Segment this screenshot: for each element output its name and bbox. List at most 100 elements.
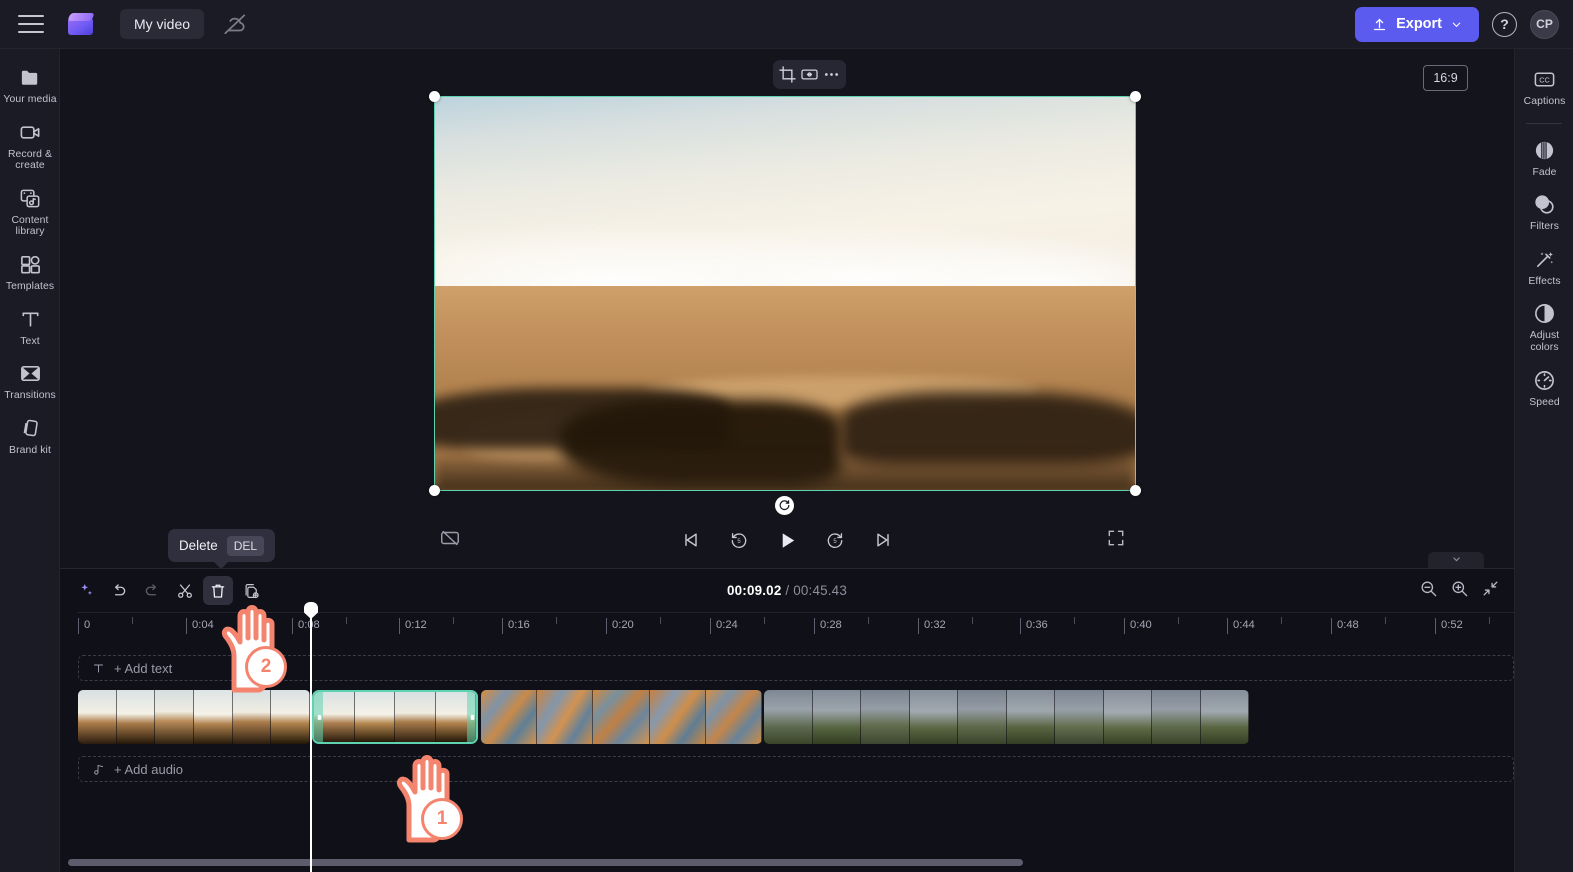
rewind-5-icon[interactable]: 5 — [726, 527, 752, 553]
left-sidebar: Your media Record & create Content libra… — [0, 49, 60, 872]
resize-handle-top-right[interactable] — [1130, 91, 1141, 102]
sidebar-item-label: Captions — [1523, 96, 1566, 107]
ruler-tick: 0:24 — [710, 618, 738, 634]
ruler-tick: 0 — [78, 618, 90, 634]
music-note-icon — [94, 764, 104, 775]
playback-controls: 5 5 — [60, 519, 1514, 561]
timeline-time-display: 00:09.02 / 00:45.43 — [60, 583, 1514, 598]
sidebar-item-brand-kit[interactable]: Brand kit — [0, 408, 60, 463]
time-separator: / — [785, 583, 790, 598]
more-options-icon[interactable] — [822, 65, 841, 84]
clip-desert-1[interactable] — [78, 690, 310, 744]
transitions-icon — [18, 361, 43, 386]
timeline-collapse-button[interactable] — [1428, 552, 1484, 568]
project-title-input[interactable]: My video — [120, 9, 205, 39]
sidebar-item-label: Fade — [1532, 166, 1557, 178]
clip-mountain[interactable] — [764, 690, 1249, 744]
playhead[interactable] — [310, 608, 312, 872]
resize-handle-top-left[interactable] — [429, 91, 440, 102]
clip-desert-2[interactable] — [312, 690, 478, 744]
ruler-tick: 0:28 — [814, 618, 842, 634]
sidebar-item-fade[interactable]: Fade — [1515, 130, 1573, 185]
tooltip-shortcut: DEL — [226, 535, 265, 556]
preview-stage: 16:9 5 5 — [60, 49, 1514, 564]
add-text-label: + Add text — [114, 660, 173, 676]
svg-text:5: 5 — [833, 539, 837, 545]
clip-float-toolbar — [773, 60, 846, 89]
zoom-in-icon[interactable] — [1450, 579, 1469, 603]
add-audio-track[interactable]: + Add audio — [78, 756, 1514, 782]
skip-to-end-icon[interactable] — [870, 527, 896, 553]
sidebar-item-adjust-colors[interactable]: Adjust colors — [1515, 293, 1573, 359]
sidebar-item-filters[interactable]: Filters — [1515, 184, 1573, 239]
video-preview[interactable] — [429, 91, 1141, 496]
timeline-ruler[interactable]: 0 0:04 0:08 0:12 0:16 0:20 0:24 0:28 0:3… — [78, 612, 1514, 642]
clip-aerial[interactable] — [481, 690, 762, 744]
tooltip-label: Delete — [179, 538, 218, 553]
resize-handle-bottom-left[interactable] — [429, 485, 440, 496]
aspect-ratio-button[interactable]: 16:9 — [1423, 65, 1468, 91]
timeline-scrollbar-thumb[interactable] — [68, 859, 1023, 866]
sidebar-item-label: Filters — [1530, 221, 1559, 233]
adjust-colors-icon — [1532, 301, 1557, 326]
text-t-icon — [18, 307, 43, 332]
help-button[interactable]: ? — [1492, 11, 1517, 37]
sidebar-item-speed[interactable]: Speed — [1515, 360, 1573, 415]
header-actions: Export ? CP — [1355, 6, 1573, 42]
resize-handle-bottom-right[interactable] — [1130, 485, 1141, 496]
play-icon[interactable] — [774, 527, 800, 553]
ruler-tick: 0:20 — [606, 618, 634, 634]
add-text-track[interactable]: + Add text — [78, 655, 1514, 681]
chevron-down-icon — [1452, 557, 1460, 562]
effects-wand-icon — [1532, 247, 1557, 272]
rotate-icon[interactable] — [775, 496, 794, 515]
zoom-out-icon[interactable] — [1419, 579, 1438, 603]
sidebar-item-label: Record & create — [7, 148, 53, 172]
timeline-scrollbar[interactable] — [68, 859, 1508, 866]
right-sidebar: CC Captions Fade Filters Effects Adjust … — [1514, 49, 1573, 872]
total-time: 00:45.43 — [793, 583, 847, 598]
ruler-tick: 0:32 — [918, 618, 946, 634]
folder-icon — [18, 65, 43, 90]
skip-to-start-icon[interactable] — [678, 527, 704, 553]
sidebar-item-your-media[interactable]: Your media — [0, 57, 60, 112]
delete-tooltip: Delete DEL — [168, 529, 276, 569]
ruler-tick: 0:44 — [1227, 618, 1255, 634]
crop-icon[interactable] — [778, 65, 797, 84]
ruler-tick: 0:52 — [1435, 618, 1463, 634]
sidebar-item-label: Your media — [3, 94, 57, 105]
sidebar-item-record-create[interactable]: Record & create — [0, 112, 60, 178]
step-1-badge: 1 — [421, 798, 463, 840]
transport-controls: 5 5 — [60, 527, 1514, 553]
sidebar-item-effects[interactable]: Effects — [1515, 239, 1573, 294]
clipchamp-editor: My video Export ? CP Your media Record &… — [0, 0, 1573, 872]
svg-text:CC: CC — [1539, 75, 1550, 84]
sidebar-item-captions[interactable]: CC Captions — [1515, 59, 1573, 114]
sidebar-item-text[interactable]: Text — [0, 299, 60, 354]
fit-resize-icon[interactable] — [800, 65, 819, 84]
current-time: 00:09.02 — [727, 583, 782, 598]
sidebar-item-transitions[interactable]: Transitions — [0, 353, 60, 408]
step-2-badge: 2 — [245, 646, 287, 688]
sidebar-item-label: Templates — [5, 280, 55, 292]
trim-handle-left[interactable] — [314, 692, 323, 742]
ruler-tick: 0:48 — [1331, 618, 1359, 634]
forward-5-icon[interactable]: 5 — [822, 527, 848, 553]
sidebar-item-templates[interactable]: Templates — [0, 244, 60, 299]
ruler-tick: 0:36 — [1020, 618, 1048, 634]
sidebar-item-label: Speed — [1529, 396, 1560, 408]
fullscreen-icon[interactable] — [1106, 528, 1126, 553]
sidebar-item-content-library[interactable]: Content library — [0, 178, 60, 244]
text-t-icon — [93, 663, 104, 673]
svg-text:5: 5 — [737, 539, 741, 545]
export-button[interactable]: Export — [1355, 6, 1479, 42]
upload-icon — [1373, 18, 1386, 30]
clipchamp-logo-icon — [68, 13, 93, 35]
avatar[interactable]: CP — [1530, 9, 1559, 39]
closed-captions-icon: CC — [1532, 67, 1557, 92]
sidebar-item-label: Transitions — [4, 390, 56, 402]
trim-handle-right[interactable] — [467, 692, 476, 742]
fit-timeline-icon[interactable] — [1481, 579, 1500, 603]
hamburger-icon[interactable] — [18, 15, 44, 33]
cloud-off-icon[interactable] — [222, 11, 248, 37]
